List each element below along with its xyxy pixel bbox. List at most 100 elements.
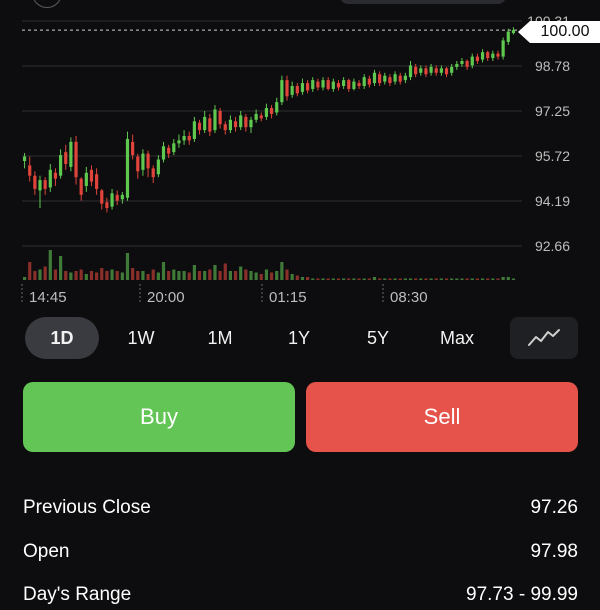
volume-bar [275, 271, 279, 280]
candle-body [372, 72, 377, 84]
volume-bar [74, 271, 78, 280]
volume-bar [486, 278, 490, 280]
line-chart-icon [528, 329, 560, 346]
candle-body [187, 136, 191, 141]
candle-body [506, 31, 510, 42]
x-tick-label: 14:45 [29, 289, 67, 306]
stat-row-days-range: Day's Range 97.73 - 99.99 [23, 580, 578, 610]
candle-body [403, 75, 407, 81]
volume-bar [115, 271, 119, 280]
volume-bar [496, 278, 500, 280]
volume-bar [53, 269, 58, 280]
volume-bar [48, 250, 52, 280]
candle-body [429, 66, 433, 73]
volume-bar [434, 278, 438, 280]
volume-bar [22, 277, 27, 280]
candle-body [388, 77, 392, 84]
candle-body [352, 81, 356, 89]
stat-value: 97.26 [530, 497, 578, 518]
candle-body [203, 116, 207, 131]
volume-bar [146, 274, 150, 280]
volume-bar [43, 266, 47, 280]
volume-bar [357, 278, 361, 280]
volume-bar [444, 278, 449, 280]
candle-body [43, 180, 47, 189]
volume-bar [100, 268, 104, 280]
candle-body [58, 155, 63, 176]
buy-button[interactable]: Buy [23, 382, 295, 452]
volume-bar [213, 265, 217, 280]
candle-body [378, 74, 382, 84]
candle-body [38, 180, 42, 191]
volume-bar [398, 278, 402, 280]
candle-body [486, 52, 490, 59]
candle-body [285, 80, 289, 97]
tab-5y[interactable]: 5Y [341, 317, 415, 359]
volume-bar [342, 278, 346, 280]
tab-max[interactable]: Max [420, 317, 494, 359]
x-tick-label: 20:00 [147, 289, 185, 306]
volume-bar [372, 277, 377, 280]
current-price-tag: 100.00 [530, 21, 600, 43]
candle-body [136, 156, 140, 172]
stat-value: 97.73 - 99.99 [466, 584, 578, 605]
candle-body [321, 80, 325, 88]
volume-bar [501, 277, 505, 280]
volume-bar [403, 278, 407, 280]
volume-bar [429, 278, 433, 280]
candle-body [347, 80, 351, 89]
volume-bar [254, 272, 258, 280]
candle-body [295, 86, 299, 94]
candle-body [177, 140, 181, 144]
volume-bar [311, 278, 315, 280]
volume-bar [182, 271, 186, 280]
volume-bar [465, 278, 469, 280]
candle-body [69, 141, 73, 167]
candle-body [336, 83, 341, 88]
candle-body [156, 159, 160, 175]
tab-1d[interactable]: 1D [25, 317, 99, 359]
candle-body [511, 30, 516, 34]
volume-bar [156, 272, 160, 280]
volume-bar [475, 278, 480, 280]
candle-body [28, 165, 32, 176]
volume-bar [197, 271, 202, 280]
volume-bar [95, 272, 99, 280]
tab-1w[interactable]: 1W [104, 317, 178, 359]
candlestick-chart[interactable]: 100.3198.7897.2595.7294.1992.6614:4520:0… [0, 0, 600, 310]
volume-bar [64, 271, 68, 280]
chart-type-toggle[interactable] [510, 317, 578, 359]
candle-body [89, 169, 94, 182]
volume-bar [125, 253, 130, 280]
stat-label: Day's Range [23, 584, 132, 605]
volume-bar [151, 269, 155, 280]
candle-body [182, 136, 186, 141]
y-tick-label: 94.19 [535, 193, 570, 209]
tab-1y[interactable]: 1Y [262, 317, 336, 359]
tab-1m[interactable]: 1M [183, 317, 257, 359]
volume-bar [105, 271, 109, 280]
volume-bar [110, 269, 114, 280]
candle-body [105, 202, 109, 209]
candle-body [393, 74, 397, 82]
volume-bar [223, 263, 227, 280]
sell-button[interactable]: Sell [306, 382, 578, 452]
volume-bar [239, 266, 243, 280]
stat-row-previous-close: Previous Close 97.26 [23, 493, 578, 523]
candle-body [141, 153, 145, 170]
volume-bar [192, 265, 196, 280]
candle-body [74, 141, 78, 178]
candle-body [172, 143, 176, 153]
y-tick-label: 95.72 [535, 148, 570, 164]
candle-body [192, 121, 196, 139]
candle-body [357, 83, 361, 86]
candle-body [408, 65, 413, 78]
candle-body [48, 169, 52, 188]
volume-bar [305, 277, 310, 280]
candle-body [383, 75, 387, 82]
volume-bar [120, 272, 124, 280]
candle-body [316, 81, 320, 88]
candle-body [110, 193, 114, 207]
candle-body [213, 109, 217, 131]
volume-bar [28, 262, 32, 280]
